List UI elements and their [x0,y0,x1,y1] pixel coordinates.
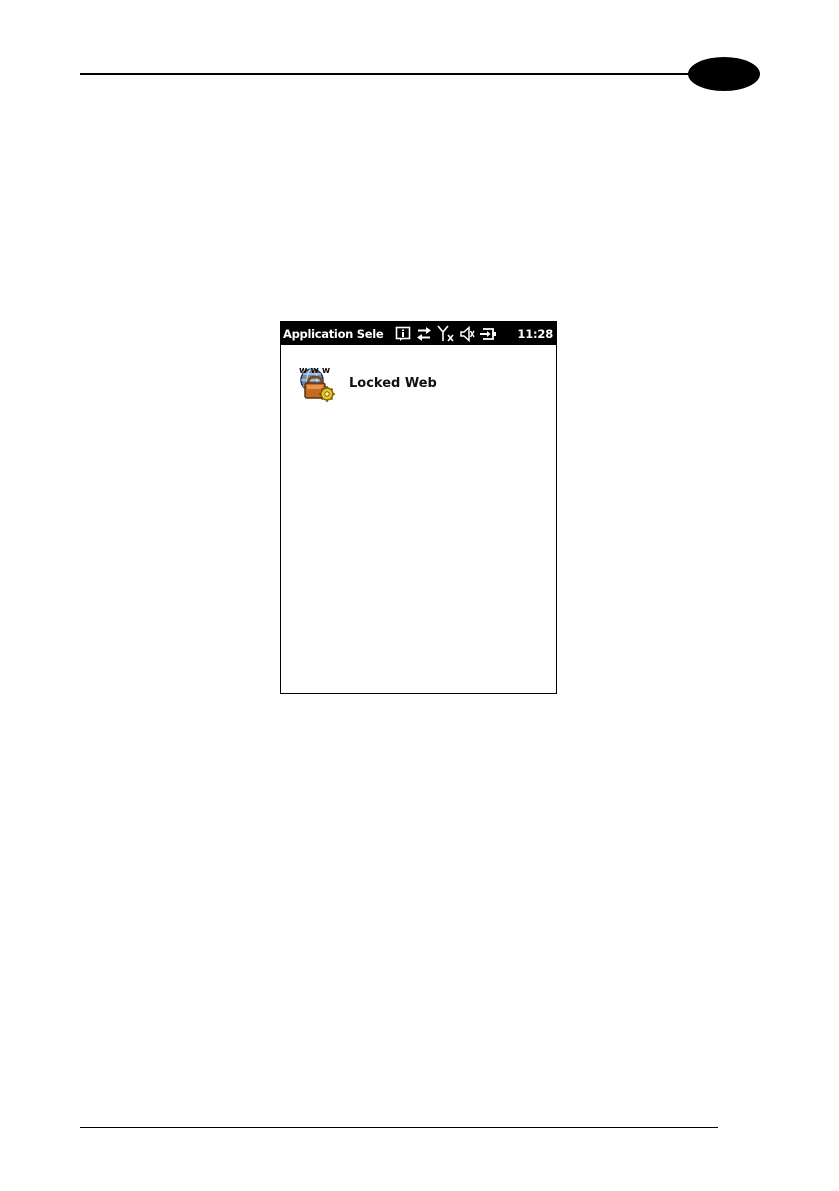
clock[interactable]: 11:28 [517,327,553,341]
footer-rule [80,1127,718,1128]
battery-power-icon[interactable] [479,326,497,342]
header-rule [80,73,708,75]
device-screen: Application Sele 11:28 w w w Locked Web [280,321,557,694]
window-title[interactable]: Application Sele [283,327,393,341]
svg-text:w w w: w w w [299,366,330,376]
speaker-muted-icon[interactable] [459,325,475,342]
no-signal-antenna-icon[interactable] [437,325,455,342]
notification-icon[interactable] [395,326,411,342]
status-icons [395,325,497,342]
status-bar: Application Sele 11:28 [281,322,556,345]
connectivity-arrows-icon[interactable] [415,326,433,342]
chapter-tab [688,57,760,91]
app-item-locked-web[interactable]: w w w Locked Web [297,363,556,403]
locked-web-icon: w w w [299,366,335,402]
app-label: Locked Web [349,375,437,391]
app-list: w w w Locked Web [281,345,556,403]
